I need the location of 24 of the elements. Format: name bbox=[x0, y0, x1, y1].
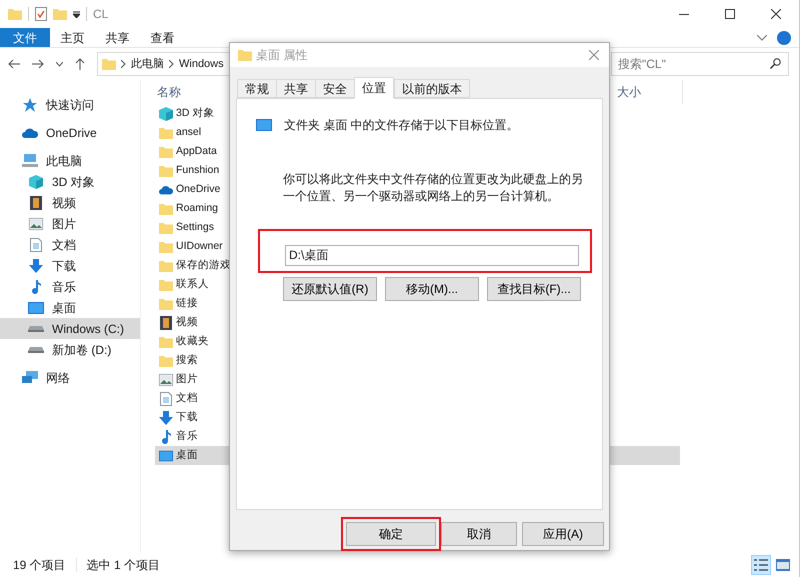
file-name: 音乐 bbox=[176, 428, 198, 444]
item-count: 19 个项目 bbox=[13, 557, 66, 574]
file-name: 下载 bbox=[176, 410, 198, 425]
file-name: Roaming bbox=[176, 200, 218, 216]
window-title: CL bbox=[93, 6, 108, 23]
location-message: 文件夹 桌面 中的文件存储于以下目标位置。 bbox=[284, 117, 519, 134]
file-name: OneDrive bbox=[176, 182, 220, 197]
file-name: 文档 bbox=[176, 390, 198, 406]
file-name: 桌面 bbox=[176, 448, 198, 463]
location-description: 你可以将此文件夹中文件存储的位置更改为此硬盘上的另一个位置、另一个驱动器或网络上的另一台计算机。 bbox=[283, 171, 584, 205]
dialog-title: 桌面 属性 bbox=[256, 47, 308, 64]
file-name: 图片 bbox=[176, 372, 198, 387]
file-name: Settings bbox=[176, 220, 214, 235]
file-name: Funshion bbox=[176, 162, 220, 178]
file-name: 3D 对象 bbox=[176, 106, 214, 121]
file-name: 链接 bbox=[176, 296, 198, 311]
file-name: ansel bbox=[176, 124, 202, 140]
selection-count: 选中 1 个项目 bbox=[86, 557, 160, 574]
file-name: 收藏夹 bbox=[176, 334, 209, 349]
file-name: 视频 bbox=[176, 314, 198, 330]
file-name: 联系人 bbox=[176, 276, 209, 292]
file-name: 搜索 bbox=[176, 352, 198, 368]
file-name: AppData bbox=[176, 144, 217, 159]
file-name: UIDowner bbox=[176, 238, 223, 254]
